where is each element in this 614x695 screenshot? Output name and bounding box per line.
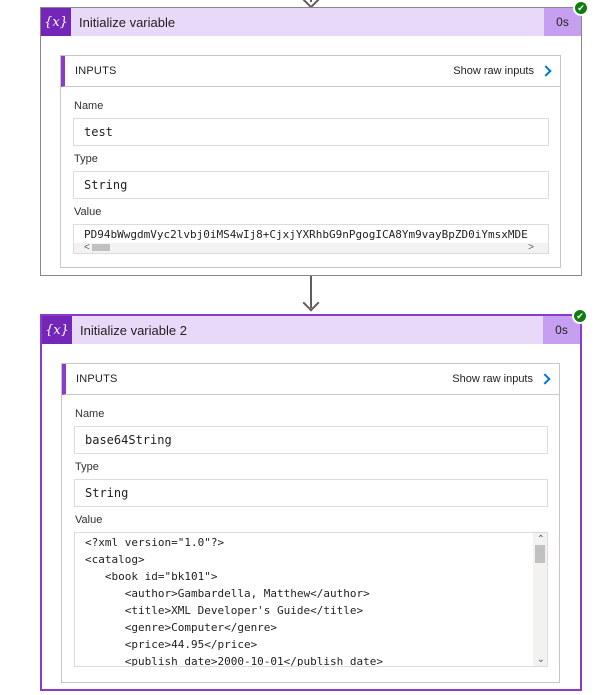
show-raw-inputs-link[interactable]: Show raw inputs xyxy=(452,373,551,385)
inputs-header: INPUTS Show raw inputs xyxy=(61,56,560,87)
code-line: <price>44.95</price> xyxy=(85,638,258,651)
horizontal-scrollbar[interactable] xyxy=(74,243,548,253)
card-header[interactable]: {x} Initialize variable 0s xyxy=(41,8,581,36)
value-label: Value xyxy=(74,206,102,218)
code-line: <author>Gambardella, Matthew</author> xyxy=(85,587,370,600)
scrollbar-thumb[interactable] xyxy=(92,244,110,251)
type-label: Type xyxy=(74,153,98,165)
scroll-up-icon[interactable]: ⌃ xyxy=(537,534,545,545)
code-line: <?xml version="1.0"?> xyxy=(85,536,225,549)
inputs-panel: INPUTS Show raw inputs Name base64String… xyxy=(61,363,560,683)
scroll-left-icon[interactable]: < xyxy=(84,243,90,253)
scroll-down-icon[interactable]: ⌄ xyxy=(537,654,545,665)
value-label: Value xyxy=(75,514,103,526)
connector-arrow-middle xyxy=(302,294,320,312)
inputs-label: INPUTS xyxy=(76,373,118,385)
show-raw-inputs-label: Show raw inputs xyxy=(453,65,534,77)
scroll-right-icon[interactable]: > xyxy=(528,243,534,253)
success-check-icon: ✔ xyxy=(572,308,588,324)
type-label: Type xyxy=(75,461,99,473)
code-line: <book id="bk101"> xyxy=(85,570,218,583)
value-text: PD94bWwgdmVyc2lvbj0iMS4wIj8+CjxjYXRhbG9n… xyxy=(84,228,528,241)
inputs-header: INPUTS Show raw inputs xyxy=(62,364,559,395)
action-card-initialize-variable[interactable]: {x} Initialize variable 0s ✔ INPUTS Show… xyxy=(40,0,589,276)
inputs-panel: INPUTS Show raw inputs Name test Type St… xyxy=(60,55,561,268)
name-value: test xyxy=(73,118,549,146)
action-card-initialize-variable-2[interactable]: {x} Initialize variable 2 0s ✔ INPUTS Sh… xyxy=(40,308,588,691)
value-field: PD94bWwgdmVyc2lvbj0iMS4wIj8+CjxjYXRhbG9n… xyxy=(73,224,549,254)
name-label: Name xyxy=(74,100,104,112)
code-line: <genre>Computer</genre> xyxy=(85,621,278,634)
inputs-label: INPUTS xyxy=(75,65,117,77)
success-check-icon: ✔ xyxy=(573,0,589,16)
type-value: String xyxy=(74,479,548,507)
name-label: Name xyxy=(75,408,105,420)
code-line: <title>XML Developer's Guide</title> xyxy=(85,604,364,617)
value-code-field[interactable]: <?xml version="1.0"?> <catalog> <book id… xyxy=(74,532,548,667)
type-value: String xyxy=(73,171,549,199)
code-line: <publish_date>2000-10-01</publish_date> xyxy=(85,655,384,667)
variable-icon: {x} xyxy=(42,316,72,344)
name-value: base64String xyxy=(74,426,548,454)
scrollbar-thumb[interactable] xyxy=(535,545,545,563)
chevron-right-icon xyxy=(539,373,551,385)
variable-icon: {x} xyxy=(41,8,71,36)
card-header[interactable]: {x} Initialize variable 2 0s xyxy=(42,316,580,344)
show-raw-inputs-label: Show raw inputs xyxy=(452,373,533,385)
chevron-right-icon xyxy=(540,65,552,77)
show-raw-inputs-link[interactable]: Show raw inputs xyxy=(453,65,552,77)
card-title: Initialize variable 2 xyxy=(80,322,187,338)
card-title: Initialize variable xyxy=(79,14,176,30)
code-line: <catalog> xyxy=(85,553,145,566)
